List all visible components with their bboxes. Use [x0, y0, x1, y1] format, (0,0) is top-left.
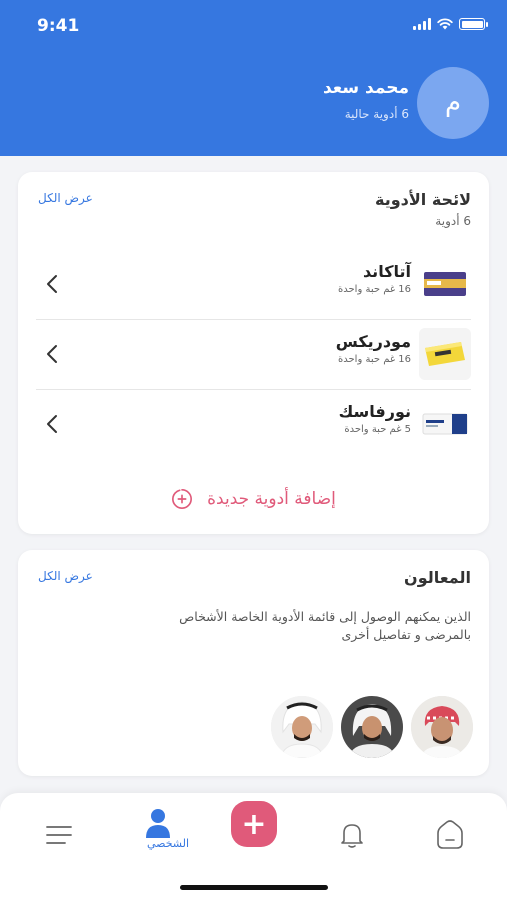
caregiver-avatar[interactable]	[271, 696, 333, 758]
medications-card: لائحة الأدوية 6 أدوية عرض الكل آتاكاند 1…	[18, 172, 489, 534]
chevron-left-icon[interactable]	[42, 412, 62, 436]
medication-dose: 5 غم حبة واحدة	[344, 424, 411, 435]
bell-icon	[341, 824, 363, 848]
caregiver-avatar[interactable]	[341, 696, 403, 758]
menu-icon	[46, 826, 72, 844]
tab-notifications[interactable]	[330, 813, 374, 857]
medications-count: 6 أدوية	[435, 214, 471, 228]
medication-name: آتاكاند	[362, 262, 411, 281]
user-avatar[interactable]: م	[417, 67, 489, 139]
medication-thumbnail	[419, 398, 471, 450]
medications-title: لائحة الأدوية	[375, 190, 471, 209]
caregivers-description: الذين يمكنهم الوصول إلى قائمة الأدوية ال…	[179, 609, 471, 642]
medication-name: نورفاسك	[338, 402, 411, 421]
caregivers-view-all-link[interactable]: عرض الكل	[38, 569, 93, 583]
user-med-count: 6 أدوية حالية	[344, 107, 409, 121]
tab-home[interactable]	[428, 813, 472, 857]
signal-icon	[413, 18, 431, 30]
add-medication-button[interactable]: إضافة أدوية جديدة	[18, 488, 489, 510]
tab-profile-label: الشخصي	[146, 837, 190, 850]
medication-thumbnail	[419, 258, 471, 310]
home-icon	[437, 820, 463, 849]
chevron-left-icon[interactable]	[42, 272, 62, 296]
add-circle-icon	[172, 489, 193, 509]
wifi-icon	[437, 18, 453, 30]
status-time: 9:41	[37, 16, 80, 36]
caregivers-card: المعالون عرض الكل الذين يمكنهم الوصول إل…	[18, 550, 489, 776]
profile-header: م محمد سعد 6 أدوية حالية	[0, 50, 507, 156]
medication-thumbnail	[419, 328, 471, 380]
status-bar: 9:41	[0, 0, 507, 50]
medication-dose: 16 غم حبة واحدة	[338, 284, 411, 295]
medication-dose: 16 غم حبة واحدة	[338, 354, 411, 365]
bottom-tab-bar: الشخصي +	[0, 793, 507, 900]
add-medication-label: إضافة أدوية جديدة	[207, 489, 336, 509]
medications-view-all-link[interactable]: عرض الكل	[38, 191, 93, 205]
profile-icon	[146, 809, 170, 838]
caregiver-avatars	[271, 696, 473, 758]
home-indicator	[180, 885, 328, 890]
medication-row[interactable]: آتاكاند 16 غم حبة واحدة	[36, 250, 471, 320]
medication-name: مودريكس	[335, 332, 411, 351]
tab-menu[interactable]	[37, 813, 81, 857]
chevron-left-icon[interactable]	[42, 342, 62, 366]
caregiver-avatar[interactable]	[411, 696, 473, 758]
add-fab-button[interactable]: +	[231, 801, 277, 847]
battery-icon	[459, 18, 488, 30]
status-icons	[413, 18, 488, 30]
caregivers-title: المعالون	[404, 568, 471, 587]
user-name: محمد سعد	[322, 78, 409, 98]
medication-row[interactable]: مودريكس 16 غم حبة واحدة	[36, 320, 471, 390]
medication-row[interactable]: نورفاسك 5 غم حبة واحدة	[36, 390, 471, 460]
